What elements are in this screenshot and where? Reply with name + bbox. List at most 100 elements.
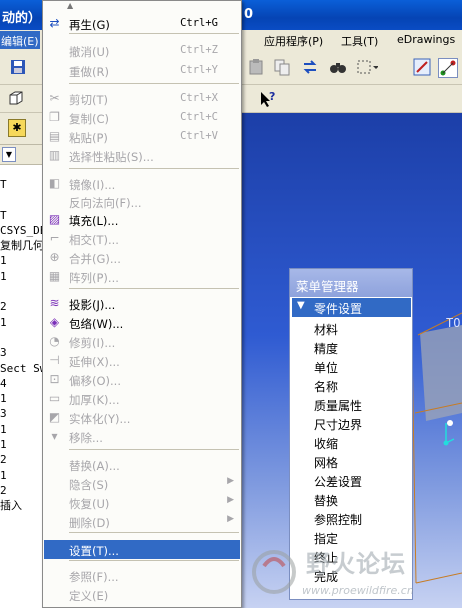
tree-item[interactable]: 4 [0,376,45,391]
star-icon[interactable]: ✱ [8,119,26,137]
tree-item[interactable]: 2 [0,299,45,314]
scroll-up-icon[interactable]: ▲ [67,1,73,10]
window-title-right: 0 [244,7,254,22]
tree-item[interactable]: 插入 [0,498,45,513]
menu-manager-item[interactable]: 完成 [314,568,338,587]
chevron-down-icon[interactable]: ▼ [2,147,16,162]
trim-icon: ◔ [49,334,60,348]
tree-item[interactable] [0,192,45,207]
tree-item[interactable]: 复制几何 [0,238,45,253]
edit-menu-item[interactable]: ▤ 粘贴(P) Ctrl+V [44,127,240,146]
binoculars-icon[interactable] [328,58,348,78]
tree-item[interactable]: 1 [0,468,45,483]
regenerate-icon[interactable] [300,58,320,78]
edit-menu-item[interactable]: ▭ 加厚(K)... [44,389,240,408]
edit-menu-item[interactable]: 定义(E) [44,585,240,604]
edit-menu-item[interactable]: ◔ 修剪(I)... [44,332,240,351]
edit-dropdown-menu: ▲ ⇄ 再生(G) Ctrl+G 撤消(U) Ctrl+Z 重做(R) Ctrl+Y ✂ 剪切(… [42,0,242,608]
menu-manager-item[interactable]: 收缩 [314,435,338,454]
menu-separator [69,288,239,289]
edit-menu-item[interactable]: ◧ 镜像(I)... [44,174,240,193]
tree-item[interactable]: 1 [0,315,45,330]
edit-menu-item[interactable]: 隐藏(H) [44,603,240,608]
view-icon[interactable] [412,58,432,78]
edit-menu-item[interactable]: 隐含(S) ▶ [44,474,240,493]
edit-menu-item-label: 设置(T)... [69,544,119,558]
tree-item[interactable]: 1 [0,437,45,452]
tree-item[interactable]: Sect Sw [0,361,45,376]
tree-item[interactable]: CSYS_DE [0,223,45,238]
menu-manager-item[interactable]: 材料 [314,321,338,340]
edit-menu-item[interactable]: ◈ 包络(W)... [44,313,240,332]
edit-menu-item[interactable]: 替换(A)... [44,455,240,474]
help-arrow-icon[interactable]: ? [258,89,278,109]
menu-edit[interactable]: 编辑(E) [0,31,40,49]
extend-icon: ⊣ [49,353,60,367]
tree-item[interactable]: 3 [0,345,45,360]
scissors-icon: ✂ [49,91,60,105]
tree-item[interactable]: 1 [0,269,45,284]
copy-icon[interactable] [272,58,292,78]
edit-menu-item[interactable]: ⌐ 相交(T)... [44,229,240,248]
edit-menu-item[interactable]: 删除(D) ▶ [44,512,240,531]
part-setup-header[interactable]: ▼ 零件设置 [292,298,411,317]
edit-menu-item[interactable]: ▦ 阵列(P)... [44,267,240,286]
edit-menu-item[interactable]: 设置(T)... [44,540,240,559]
tree-filter-bar: ▼ [0,145,45,165]
menu-manager-item[interactable]: 名称 [314,378,338,397]
box-icon[interactable] [6,89,26,109]
copy-icon: ❐ [49,110,60,124]
menu-manager-item[interactable]: 网格 [314,454,338,473]
menu-applications[interactable]: 应用程序(P) [264,33,323,49]
tree-item[interactable]: T [0,177,45,192]
edit-menu-item[interactable]: ❐ 复制(C) Ctrl+C [44,108,240,127]
edit-menu-item[interactable]: ▨ 填充(L)... [44,210,240,229]
tree-item[interactable] [0,284,45,299]
menu-manager-item[interactable]: 指定 [314,530,338,549]
edit-menu-item-label: 参照(F)... [69,570,119,584]
thicken-icon: ▭ [48,391,61,405]
menu-manager-item[interactable]: 终止 [314,549,338,568]
tree-item[interactable]: 1 [0,391,45,406]
edit-menu-item[interactable]: ⊣ 延伸(X)... [44,351,240,370]
tree-item[interactable]: T [0,208,45,223]
menu-manager-item[interactable]: 尺寸边界 [314,416,362,435]
edit-menu-item[interactable]: ⊡ 偏移(O)... [44,370,240,389]
tree-item[interactable]: 2 [0,452,45,467]
edit-menu-item[interactable]: 撤消(U) Ctrl+Z [44,41,240,60]
menu-manager-item[interactable]: 替换 [314,492,338,511]
edit-menu-item-label: 替换(A)... [69,459,120,473]
menu-manager-item[interactable]: 质量属性 [314,397,362,416]
menu-manager-item[interactable]: 公差设置 [314,473,362,492]
menu-edrawings[interactable]: eDrawings [397,33,455,46]
edit-menu-item[interactable]: ✂ 剪切(T) Ctrl+X [44,89,240,108]
edit-menu-item-shortcut: Ctrl+Z [180,44,218,56]
tree-item[interactable] [0,330,45,345]
offset-icon: ⊡ [49,372,60,386]
edit-menu-item[interactable]: ⇄ 再生(G) Ctrl+G [44,14,240,33]
menu-manager-item[interactable]: 精度 [314,340,338,359]
edit-menu-item[interactable]: 反向法向(F)... [44,192,240,211]
edit-menu-item[interactable]: ▾ 移除... [44,427,240,446]
paste-icon[interactable] [246,58,266,78]
menu-manager-item[interactable]: 单位 [314,359,338,378]
edit-menu-item[interactable]: ⊕ 合并(G)... [44,248,240,267]
edit-menu-item[interactable]: ≋ 投影(J)... [44,294,240,313]
edit-menu-item[interactable]: ▥ 选择性粘贴(S)... [44,146,240,165]
tree-item[interactable]: 2 [0,483,45,498]
tree-item[interactable]: 1 [0,253,45,268]
datum-icon[interactable] [438,58,458,78]
menu-tools[interactable]: 工具(T) [341,33,378,49]
edit-menu-item[interactable]: ◩ 实体化(Y)... [44,408,240,427]
save-icon[interactable] [8,58,28,78]
edit-menu-item[interactable]: 参照(F)... [44,566,240,585]
edit-menu-item-shortcut: Ctrl+X [180,92,218,104]
edit-menu-item[interactable]: 恢复(U) ▶ [44,493,240,512]
edit-menu-item-label: 合并(G)... [69,252,121,266]
mirror-icon: ◧ [48,176,61,190]
menu-manager-item[interactable]: 参照控制 [314,511,362,530]
edit-menu-item[interactable]: 重做(R) Ctrl+Y [44,61,240,80]
tree-item[interactable]: 3 [0,406,45,421]
select-icon[interactable] [356,58,379,78]
tree-item[interactable]: 1 [0,422,45,437]
